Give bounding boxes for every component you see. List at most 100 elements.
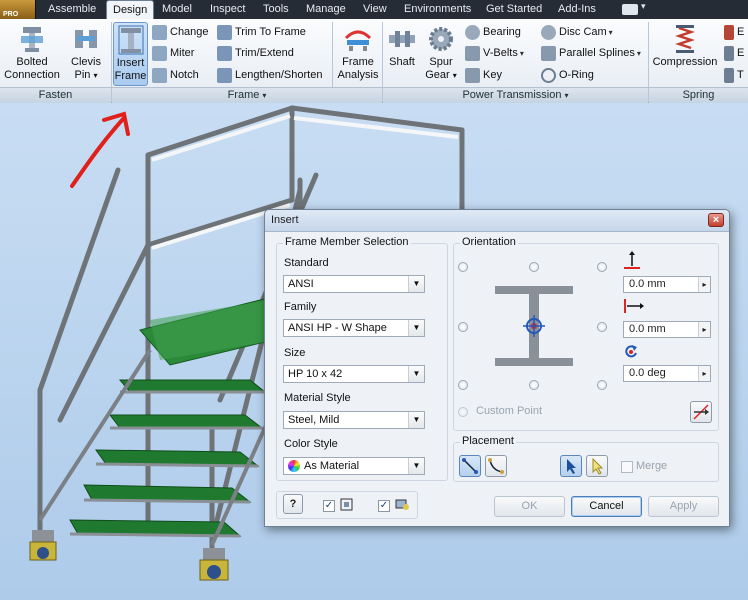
application-menu-button[interactable]: PRO [0, 0, 36, 19]
v-belts-button[interactable]: V-Belts ▾ [465, 44, 524, 62]
compression-spring-button[interactable]: Compression [650, 22, 720, 86]
lengthen-shorten-button[interactable]: Lengthen/Shorten [217, 66, 322, 84]
preview-members-icon [395, 499, 409, 510]
chevron-down-icon[interactable]: ▼ [408, 276, 424, 292]
orientation-radio-top-right[interactable] [597, 262, 607, 272]
placement-curve-button[interactable] [485, 455, 507, 477]
ribbon-display-toggle-icon[interactable] [622, 4, 638, 15]
chevron-right-icon[interactable]: ▸ [698, 322, 710, 337]
cursor-alt-icon [592, 457, 604, 475]
group-title-power-transmission[interactable]: Power Transmission ▾ [383, 87, 648, 103]
tab-manage[interactable]: Manage [300, 0, 352, 19]
rotation-input[interactable]: 0.0 deg ▸ [623, 365, 711, 382]
trim-extend-icon [217, 45, 232, 61]
tab-add-ins[interactable]: Add-Ins [552, 0, 602, 19]
clevis-pin-icon [75, 30, 97, 48]
shaft-button[interactable]: Shaft [384, 22, 420, 86]
vertical-offset-input[interactable]: 0.0 mm ▸ [623, 276, 711, 293]
bolted-connection-label-1: Bolted [16, 56, 48, 68]
group-title-frame[interactable]: Frame ▾ [112, 87, 382, 103]
frame-analysis-label-1: Frame [342, 56, 374, 68]
torsion-spring-button[interactable]: T [724, 66, 744, 84]
tab-model[interactable]: Model [156, 0, 198, 19]
select-cursor-button[interactable] [560, 455, 582, 477]
tab-assemble[interactable]: Assemble [42, 0, 102, 19]
rotation-value: 0.0 deg [629, 367, 666, 379]
insert-frame-icon [118, 25, 143, 55]
color-style-select[interactable]: As Material ▼ [283, 457, 425, 475]
orientation-radio-top-center[interactable] [529, 262, 539, 272]
parallel-splines-button[interactable]: Parallel Splines ▾ [541, 44, 641, 62]
clevis-pin-button[interactable]: Clevis Pin ▾ [64, 22, 108, 86]
chevron-down-icon[interactable]: ▼ [408, 458, 424, 474]
tab-view[interactable]: View [357, 0, 393, 19]
apply-button[interactable]: Apply [648, 496, 719, 517]
close-icon[interactable]: × [708, 213, 724, 227]
horizontal-offset-input[interactable]: 0.0 mm ▸ [623, 321, 711, 338]
chevron-down-icon[interactable]: ▼ [408, 366, 424, 382]
custom-point-radio[interactable] [458, 407, 468, 417]
miter-button[interactable]: Miter [152, 44, 194, 62]
standard-select[interactable]: ANSI ▼ [283, 275, 425, 293]
compression-spring-icon [675, 25, 695, 53]
change-button[interactable]: Change [152, 23, 209, 41]
select-cursor-alt-button[interactable] [586, 455, 608, 477]
horizontal-offset-value: 0.0 mm [629, 323, 666, 335]
chevron-right-icon[interactable]: ▸ [698, 277, 710, 292]
key-label: Key [483, 69, 502, 81]
disc-cam-button[interactable]: Disc Cam ▾ [541, 23, 613, 41]
placement-line-button[interactable] [459, 455, 481, 477]
chevron-down-icon[interactable]: ▼ [408, 320, 424, 336]
frame-analysis-label-2: Analysis [337, 69, 379, 81]
notch-button[interactable]: Notch [152, 66, 199, 84]
help-button[interactable]: ? [283, 494, 303, 514]
insert-frame-button[interactable]: Insert Frame [113, 22, 148, 86]
merge-checkbox[interactable] [621, 461, 633, 473]
chevron-down-icon[interactable]: ▼ [408, 412, 424, 428]
bearing-button[interactable]: Bearing [465, 23, 521, 41]
trim-to-frame-button[interactable]: Trim To Frame [217, 23, 306, 41]
tab-get-started[interactable]: Get Started [480, 0, 548, 19]
cancel-button[interactable]: Cancel [571, 496, 642, 517]
option-checkbox-1[interactable]: ✓ [323, 500, 335, 512]
tab-environments[interactable]: Environments [398, 0, 477, 19]
o-ring-button[interactable]: O-Ring [541, 66, 594, 84]
shaft-label: Shaft [389, 56, 415, 68]
size-select[interactable]: HP 10 x 42 ▼ [283, 365, 425, 383]
orientation-radio-top-left[interactable] [458, 262, 468, 272]
notch-icon [152, 67, 167, 83]
clevis-pin-label-1: Clevis [71, 56, 101, 68]
tab-inspect[interactable]: Inspect [204, 0, 251, 19]
cursor-icon [567, 459, 576, 474]
compression-label: Compression [652, 56, 718, 68]
orientation-radio-bottom-center[interactable] [529, 380, 539, 390]
trim-extend-button[interactable]: Trim/Extend [217, 44, 294, 62]
frame-analysis-button[interactable]: Frame Analysis [336, 22, 380, 86]
bolted-connection-button[interactable]: Bolted Connection [2, 22, 62, 86]
chevron-right-icon[interactable]: ▸ [698, 366, 710, 381]
belleville-spring-button[interactable]: E [724, 44, 744, 62]
family-select[interactable]: ANSI HP - W Shape ▼ [283, 319, 425, 337]
standard-value: ANSI [288, 278, 314, 290]
extension-spring-button[interactable]: E [724, 23, 744, 41]
chevron-down-icon: ▾ [93, 71, 98, 80]
dialog-title-bar[interactable]: Insert [265, 210, 729, 232]
chevron-down-icon: ▾ [564, 91, 569, 100]
tab-design[interactable]: Design [106, 0, 155, 19]
horizontal-offset-icon [624, 299, 644, 313]
orientation-radio-middle-left[interactable] [458, 322, 468, 332]
option-checkbox-2[interactable]: ✓ [378, 500, 390, 512]
orientation-radio-bottom-right[interactable] [597, 380, 607, 390]
material-style-select[interactable]: Steel, Mild ▼ [283, 411, 425, 429]
key-button[interactable]: Key [465, 66, 502, 84]
tab-tools[interactable]: Tools [257, 0, 295, 19]
orientation-radio-middle-right[interactable] [597, 322, 607, 332]
orientation-radio-bottom-left[interactable] [458, 380, 468, 390]
insert-frame-label-1: Insert [116, 57, 145, 69]
chevron-down-icon: ▾ [452, 71, 457, 80]
spur-gear-button[interactable]: Spur Gear ▾ [422, 22, 460, 86]
merge-label: Merge [636, 460, 668, 472]
mirror-orientation-button[interactable] [690, 401, 712, 423]
chevron-down-icon[interactable]: ▾ [641, 1, 646, 12]
ok-button[interactable]: OK [494, 496, 565, 517]
